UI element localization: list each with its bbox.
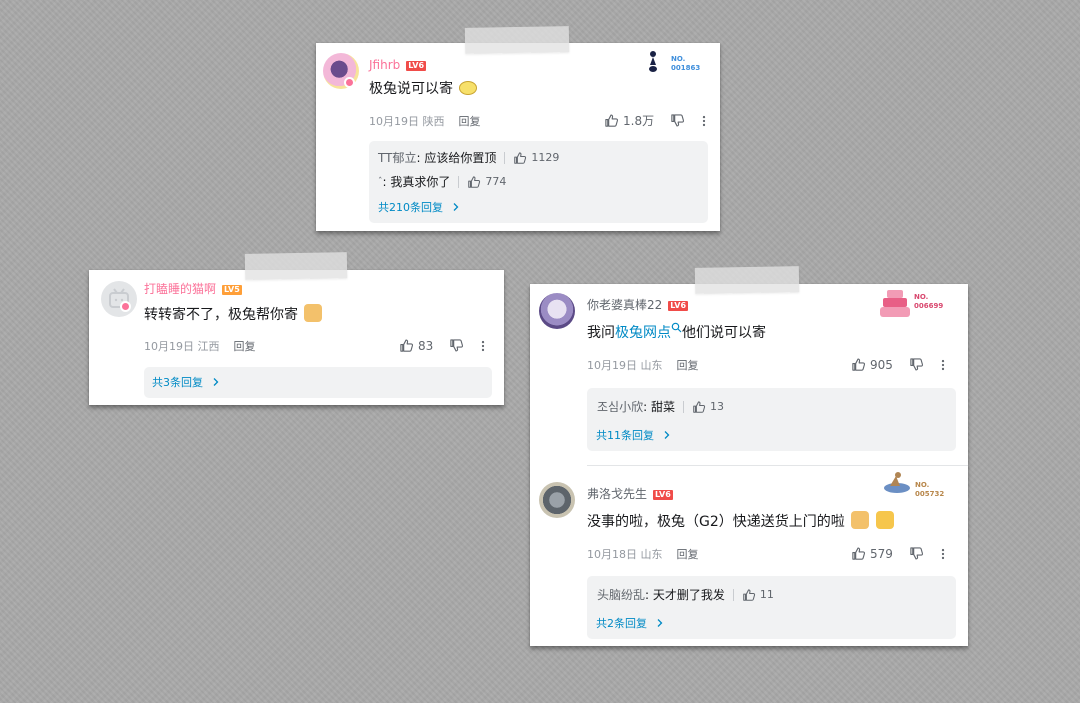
- fan-no-label: NO.: [671, 55, 686, 63]
- dog-emoji: [851, 511, 870, 529]
- avatar[interactable]: [101, 281, 137, 317]
- dog-emoji: [304, 304, 323, 322]
- thumb-up-icon[interactable]: [742, 588, 756, 602]
- sub-reply: TT郁立: 应该给你置顶 1129: [378, 150, 560, 166]
- thumb-down-icon[interactable]: [449, 338, 464, 353]
- comment-meta: 10月18日 山东 回复: [587, 548, 699, 561]
- sub-reply-box: 共3条回复: [144, 367, 492, 398]
- comment-text: 转转寄不了，极兔帮你寄: [144, 304, 323, 324]
- more-icon[interactable]: [697, 114, 711, 128]
- chevron-right-icon: [655, 618, 665, 628]
- level-badge: LV6: [653, 490, 673, 500]
- level-badge: LV6: [406, 61, 427, 71]
- avatar[interactable]: [539, 293, 575, 329]
- thumb-up-icon[interactable]: [467, 175, 481, 189]
- comment-meta: 10月19日 山东 回复: [587, 359, 699, 372]
- comment-card-2: 打瞌睡的猫啊 LV5 转转寄不了，极兔帮你寄 10月19日 江西 回复 83 共3条…: [89, 270, 504, 405]
- thumbs-up-emoji: [875, 511, 894, 529]
- more-icon[interactable]: [936, 547, 950, 561]
- comment-text: 没事的啦，极兔（G2）快递送货上门的啦: [587, 511, 894, 531]
- comment-text: 极兔说可以寄: [369, 80, 478, 98]
- fan-badge: NO. 006699: [877, 284, 957, 320]
- chevron-right-icon: [451, 202, 461, 212]
- thumb-up-icon[interactable]: [851, 546, 866, 561]
- divider: [587, 465, 968, 466]
- reply-button[interactable]: 回复: [677, 548, 699, 561]
- comment-meta: 10月19日 陕西 回复: [369, 115, 481, 128]
- cake-icon: [880, 290, 910, 317]
- fan-badge: NO. 001863: [643, 49, 703, 79]
- view-all-replies-link[interactable]: 共2条回复: [596, 617, 665, 631]
- fan-number: 005732: [915, 490, 945, 498]
- sub-reply-user[interactable]: TT郁立: [378, 150, 416, 166]
- comment-card-1: Jfihrb LV6 NO. 001863 极兔说可以寄 10月19日 陕西 回复 …: [316, 43, 720, 231]
- vip-badge-icon: [344, 77, 355, 88]
- view-all-replies-link[interactable]: 共3条回复: [152, 376, 221, 390]
- sub-reply: 조심小欣: 甜菜 13: [597, 399, 724, 415]
- like-count: 905: [870, 357, 893, 372]
- search-icon[interactable]: [671, 322, 682, 333]
- fan-no-label: NO.: [914, 293, 929, 301]
- avatar[interactable]: [539, 482, 575, 518]
- comment-card-3: 你老婆真棒22 LV6 NO. 006699 我问极兔网点 他们说可以寄 10月19…: [530, 284, 968, 646]
- thumb-down-icon[interactable]: [670, 113, 685, 128]
- comment-meta: 10月19日 江西 回复: [144, 340, 256, 353]
- username[interactable]: 弗洛戈先生 LV6: [587, 487, 673, 501]
- sub-reply-user[interactable]: 头脑纷乱: [597, 587, 645, 603]
- sub-reply-box: 조심小欣: 甜菜 13 共11条回复: [587, 388, 956, 451]
- search-link[interactable]: 极兔网点: [615, 325, 671, 341]
- thumb-down-icon[interactable]: [909, 357, 924, 372]
- thumb-up-icon[interactable]: [604, 113, 619, 128]
- vip-badge-icon: [120, 301, 131, 312]
- tape-strip: [464, 26, 570, 54]
- chevron-right-icon: [662, 430, 672, 440]
- sub-reply-box: TT郁立: 应该给你置顶 1129 ˆ: 我真求你了 774 共210条回复: [369, 141, 708, 223]
- level-badge: LV6: [668, 301, 689, 311]
- sub-reply-box: 头脑纷乱: 天才删了我发 11 共2条回复: [587, 576, 956, 639]
- comment-text: 我问极兔网点 他们说可以寄: [587, 322, 766, 342]
- spurs-emblem-icon: [649, 51, 657, 72]
- view-all-replies-link[interactable]: 共210条回复: [378, 201, 461, 215]
- username[interactable]: 打瞌睡的猫啊 LV5: [144, 282, 242, 296]
- fan-badge: NO. 005732: [880, 470, 960, 502]
- reply-button[interactable]: 回复: [459, 115, 481, 128]
- like-count: 83: [418, 338, 434, 353]
- thumb-up-icon[interactable]: [692, 400, 706, 414]
- username[interactable]: 你老婆真棒22 LV6: [587, 298, 689, 312]
- like-count: 1.8万: [623, 114, 655, 128]
- view-all-replies-link[interactable]: 共11条回复: [596, 429, 672, 443]
- reply-button[interactable]: 回复: [677, 359, 699, 372]
- face-emoji: [459, 81, 478, 95]
- tv-icon: [109, 288, 129, 308]
- chevron-right-icon: [211, 377, 221, 387]
- level-badge: LV5: [222, 285, 242, 295]
- sub-reply-user[interactable]: 조심小欣: [597, 399, 643, 415]
- fan-no-label: NO.: [915, 481, 930, 489]
- reply-button[interactable]: 回复: [234, 340, 256, 353]
- thumb-up-icon[interactable]: [851, 357, 866, 372]
- more-icon[interactable]: [936, 358, 950, 372]
- sub-reply: ˆ: 我真求你了 774: [378, 175, 507, 189]
- sub-reply: 头脑纷乱: 天才删了我发 11: [597, 587, 774, 603]
- bird-icon: [884, 472, 910, 493]
- tape-strip: [694, 266, 800, 294]
- thumb-down-icon[interactable]: [909, 546, 924, 561]
- like-count: 579: [870, 546, 893, 561]
- thumb-up-icon[interactable]: [399, 338, 414, 353]
- tape-strip: [244, 252, 348, 280]
- thumb-up-icon[interactable]: [513, 151, 527, 165]
- fan-number: 001863: [671, 64, 701, 72]
- more-icon[interactable]: [476, 339, 490, 353]
- fan-number: 006699: [914, 302, 944, 310]
- username[interactable]: Jfihrb LV6: [369, 58, 427, 72]
